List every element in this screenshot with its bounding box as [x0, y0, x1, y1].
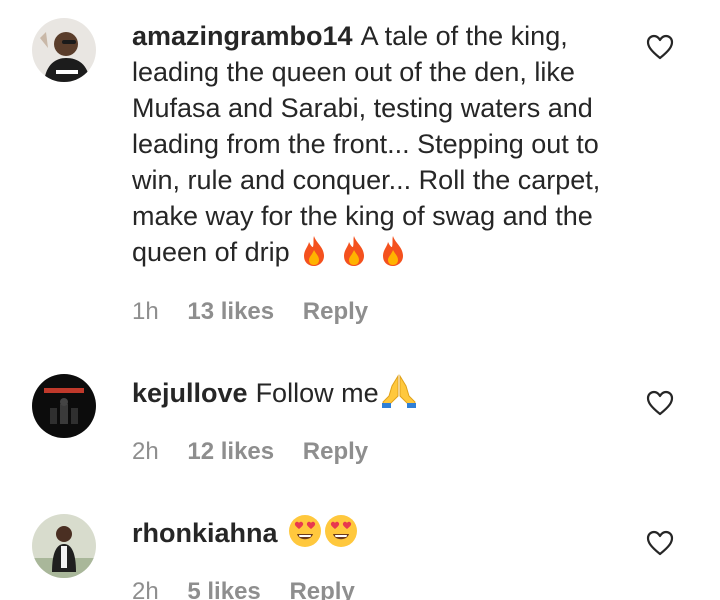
comment-text: A tale of the king, leading the queen ou…	[132, 21, 601, 267]
reply-button[interactable]: Reply	[303, 297, 368, 327]
comment-body: amazingrambo14 A tale of the king, leadin…	[132, 18, 622, 270]
avatar[interactable]	[32, 374, 96, 438]
comment-meta: 1h 13 likes Reply	[132, 297, 390, 327]
like-heart-icon[interactable]	[646, 34, 674, 60]
avatar[interactable]	[32, 514, 96, 578]
comment-list: amazingrambo14 A tale of the king, leadin…	[0, 0, 720, 600]
comment-username[interactable]: kejullove	[132, 378, 248, 408]
comment-body: kejullove Follow me	[132, 374, 622, 411]
reply-button[interactable]: Reply	[289, 577, 354, 600]
comment-username[interactable]: rhonkiahna	[132, 518, 278, 548]
comment-body: rhonkiahna	[132, 514, 622, 551]
comment-text: Follow me	[255, 378, 379, 408]
comment-likes[interactable]: 13 likes	[187, 297, 274, 327]
like-heart-icon[interactable]	[646, 530, 674, 556]
fire-icon	[299, 235, 329, 267]
avatar[interactable]	[32, 18, 96, 82]
comment-meta: 2h 5 likes Reply	[132, 577, 377, 600]
reply-button[interactable]: Reply	[303, 437, 368, 467]
heart-eyes-emoji-icon	[288, 514, 322, 548]
folded-hands-icon	[381, 374, 417, 408]
fire-icon	[339, 235, 369, 267]
comment-time: 1h	[132, 298, 159, 325]
comment-likes[interactable]: 5 likes	[187, 577, 260, 600]
comment-time: 2h	[132, 438, 159, 465]
heart-eyes-emoji-icon	[324, 514, 358, 548]
comment-likes[interactable]: 12 likes	[187, 437, 274, 467]
comment-meta: 2h 12 likes Reply	[132, 437, 390, 467]
fire-icon	[378, 235, 408, 267]
comment-username[interactable]: amazingrambo14	[132, 21, 353, 51]
like-heart-icon[interactable]	[646, 390, 674, 416]
comment-time: 2h	[132, 578, 159, 600]
